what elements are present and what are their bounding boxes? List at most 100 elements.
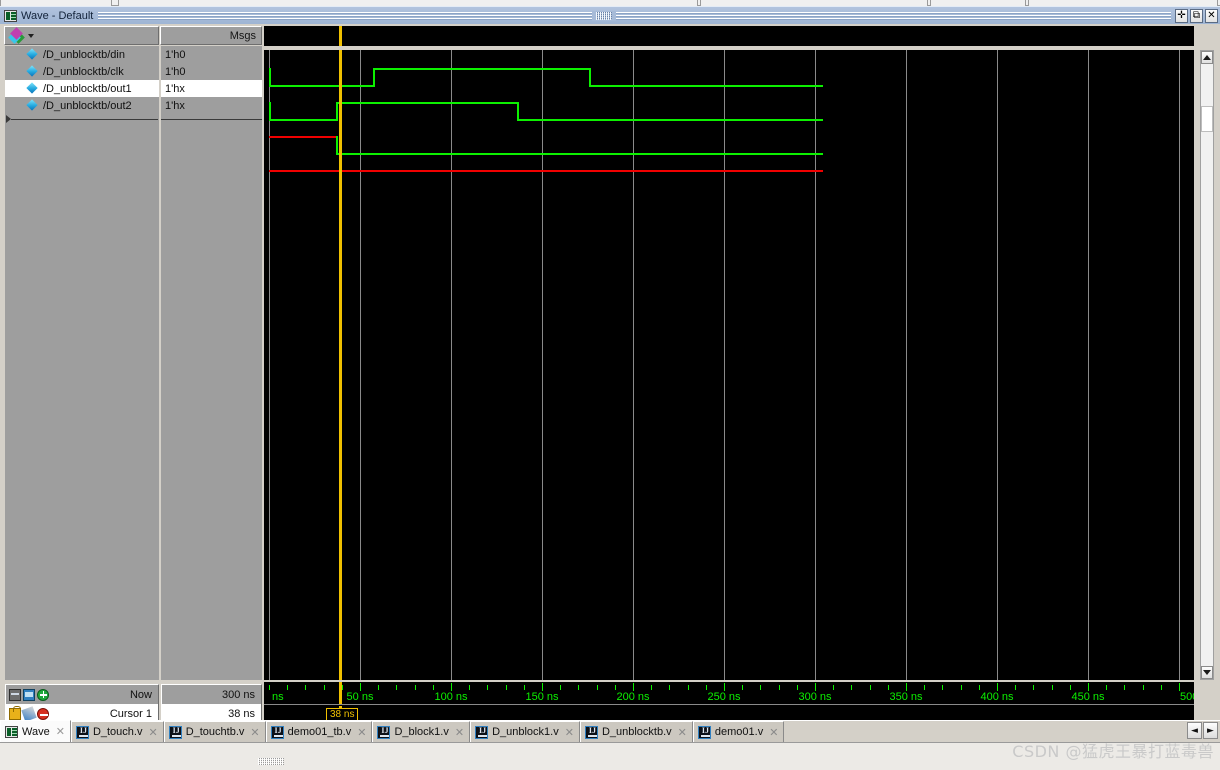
out2-unknown-0-300 bbox=[269, 170, 823, 172]
cursor-value: 38 ns bbox=[228, 707, 255, 720]
delete-cursor-icon[interactable] bbox=[37, 707, 49, 720]
tab-d-unblock1-v[interactable]: D_unblock1.v ✕ bbox=[470, 721, 580, 742]
signal-row-out1[interactable]: /D_unblocktb/out1 bbox=[5, 80, 159, 97]
now-value-row: 300 ns bbox=[162, 685, 261, 704]
tab-label: D_unblocktb.v bbox=[601, 726, 672, 738]
signal-name-list[interactable]: /D_unblocktb/din /D_unblocktb/clk /D_unb… bbox=[5, 46, 159, 680]
cursor-row-icons bbox=[6, 705, 49, 722]
close-button[interactable]: ✕ bbox=[1205, 8, 1218, 23]
tab-close-icon[interactable]: ✕ bbox=[250, 726, 259, 739]
titlebar-grip-handle[interactable] bbox=[591, 10, 616, 21]
wave-window-titlebar[interactable]: Wave - Default ✛ ⧉ ✕ bbox=[0, 6, 1220, 24]
verilog-icon bbox=[270, 725, 285, 739]
ruler-label-500ns: 500 bbox=[1180, 691, 1194, 703]
signal-value-label: 1'h0 bbox=[165, 65, 186, 78]
ruler-label-origin: ns bbox=[272, 691, 284, 703]
tab-d-unblocktb-v[interactable]: D_unblocktb.v ✕ bbox=[579, 721, 693, 742]
ruler-baseline bbox=[264, 704, 1194, 705]
undock-button[interactable]: ✛ bbox=[1175, 8, 1188, 23]
tab-close-icon[interactable]: ✕ bbox=[357, 726, 366, 739]
signal-name-label: /D_unblocktb/out2 bbox=[43, 99, 132, 112]
tab-close-icon[interactable]: ✕ bbox=[565, 726, 574, 739]
signal-value-row: 1'hx bbox=[161, 97, 262, 114]
msgs-column-header[interactable]: Msgs bbox=[160, 26, 262, 45]
tab-demo01-v[interactable]: demo01.v ✕ bbox=[692, 721, 785, 742]
wave-panel: Msgs /D_unblocktb/din /D_unblocktb/clk /… bbox=[0, 24, 1220, 742]
signal-name-column-header[interactable] bbox=[4, 26, 159, 45]
tab-navigation-buttons[interactable]: ◄ ► bbox=[1187, 722, 1218, 739]
din-high-60-180 bbox=[373, 68, 591, 70]
chevron-down-icon[interactable] bbox=[28, 33, 34, 38]
verilog-icon bbox=[584, 725, 599, 739]
tab-d-touchtb-v[interactable]: D_touchtb.v ✕ bbox=[163, 721, 266, 742]
signal-value-list[interactable]: 1'h0 1'h0 1'hx 1'hx bbox=[161, 46, 262, 680]
verilog-icon bbox=[75, 725, 90, 739]
clk-edge-start bbox=[269, 102, 271, 119]
signal-name-label: /D_unblocktb/clk bbox=[43, 65, 124, 78]
signal-row-out2[interactable]: /D_unblocktb/out2 bbox=[5, 97, 159, 114]
cursor-1-line[interactable] bbox=[339, 50, 342, 680]
waveform-icon[interactable] bbox=[9, 688, 21, 701]
tab-label: D_touchtb.v bbox=[185, 726, 245, 738]
waveform-canvas[interactable] bbox=[264, 50, 1194, 680]
titlebar-drag-rail[interactable] bbox=[98, 10, 1171, 21]
signal-name-label: /D_unblocktb/din bbox=[43, 48, 125, 61]
signal-group-icon bbox=[8, 26, 25, 44]
signal-row-din[interactable]: /D_unblocktb/din bbox=[5, 46, 159, 63]
tab-label: D_block1.v bbox=[394, 726, 449, 738]
tab-scroll-right-button[interactable]: ► bbox=[1203, 722, 1218, 739]
signal-value-label: 1'hx bbox=[165, 99, 185, 112]
clk-low-120-300 bbox=[517, 119, 823, 121]
gridline-250ns bbox=[724, 50, 725, 680]
lock-cursor-icon[interactable] bbox=[9, 705, 21, 720]
ruler-label-150ns: 150 ns bbox=[525, 691, 559, 703]
wrench-icon[interactable] bbox=[21, 705, 37, 722]
verilog-icon bbox=[475, 725, 489, 739]
tab-close-icon[interactable]: ✕ bbox=[148, 726, 157, 739]
wave-vertical-scrollbar[interactable] bbox=[1200, 50, 1214, 680]
tab-d-block1-v[interactable]: D_block1.v ✕ bbox=[372, 721, 471, 742]
tab-demo01-tb-v[interactable]: demo01_tb.v ✕ bbox=[265, 721, 373, 742]
tab-wave[interactable]: Wave ✕ bbox=[0, 720, 71, 742]
now-value: 300 ns bbox=[221, 688, 255, 701]
gridline-500ns bbox=[1179, 50, 1180, 680]
out1-unknown-0-40 bbox=[269, 136, 338, 138]
gridline-0ns bbox=[269, 50, 270, 680]
document-tab-bar[interactable]: Wave ✕ D_touch.v ✕ D_touchtb.v ✕ demo01_… bbox=[0, 720, 1220, 742]
tab-close-icon[interactable]: ✕ bbox=[56, 725, 65, 738]
signal-value-row: 1'hx bbox=[161, 80, 262, 97]
gridline-100ns bbox=[451, 50, 452, 680]
vertical-scrollbar-thumb[interactable] bbox=[1201, 106, 1213, 132]
now-row: Now bbox=[6, 685, 158, 704]
cursor-marker-ruler[interactable] bbox=[339, 682, 342, 704]
tab-label: Wave bbox=[22, 725, 50, 738]
signal-diamond-icon bbox=[27, 66, 38, 77]
tab-label: D_touch.v bbox=[92, 726, 143, 738]
scroll-down-button[interactable] bbox=[1201, 666, 1213, 679]
maximize-button[interactable]: ⧉ bbox=[1190, 8, 1203, 23]
tab-scroll-left-button[interactable]: ◄ bbox=[1187, 722, 1202, 739]
verilog-icon bbox=[697, 725, 712, 739]
din-low-0-60 bbox=[269, 85, 375, 87]
signal-diamond-icon bbox=[27, 49, 38, 60]
waveform-compare-icon[interactable] bbox=[23, 688, 35, 701]
din-edge-start bbox=[269, 68, 271, 85]
gridline-400ns bbox=[997, 50, 998, 680]
bottom-resize-grip[interactable] bbox=[258, 758, 284, 765]
gridline-350ns bbox=[906, 50, 907, 680]
value-footer-line bbox=[161, 119, 262, 120]
signal-row-clk[interactable]: /D_unblocktb/clk bbox=[5, 63, 159, 80]
tab-close-icon[interactable]: ✕ bbox=[678, 726, 687, 739]
triangle-down-icon bbox=[1203, 670, 1211, 675]
tab-d-touch-v[interactable]: D_touch.v ✕ bbox=[70, 721, 164, 742]
tab-close-icon[interactable]: ✕ bbox=[455, 726, 464, 739]
cursor-label: Cursor 1 bbox=[109, 707, 152, 720]
gridline-150ns bbox=[542, 50, 543, 680]
tab-close-icon[interactable]: ✕ bbox=[769, 726, 778, 739]
ruler-label-250ns: 250 ns bbox=[707, 691, 741, 703]
time-ruler[interactable]: ns 50 ns 100 ns 150 ns 200 ns 250 ns 300… bbox=[264, 682, 1194, 708]
scroll-up-button[interactable] bbox=[1201, 51, 1213, 64]
tree-expand-footer[interactable] bbox=[5, 114, 159, 126]
cursor-marker-strip[interactable] bbox=[339, 26, 342, 46]
add-cursor-icon[interactable] bbox=[37, 688, 49, 701]
